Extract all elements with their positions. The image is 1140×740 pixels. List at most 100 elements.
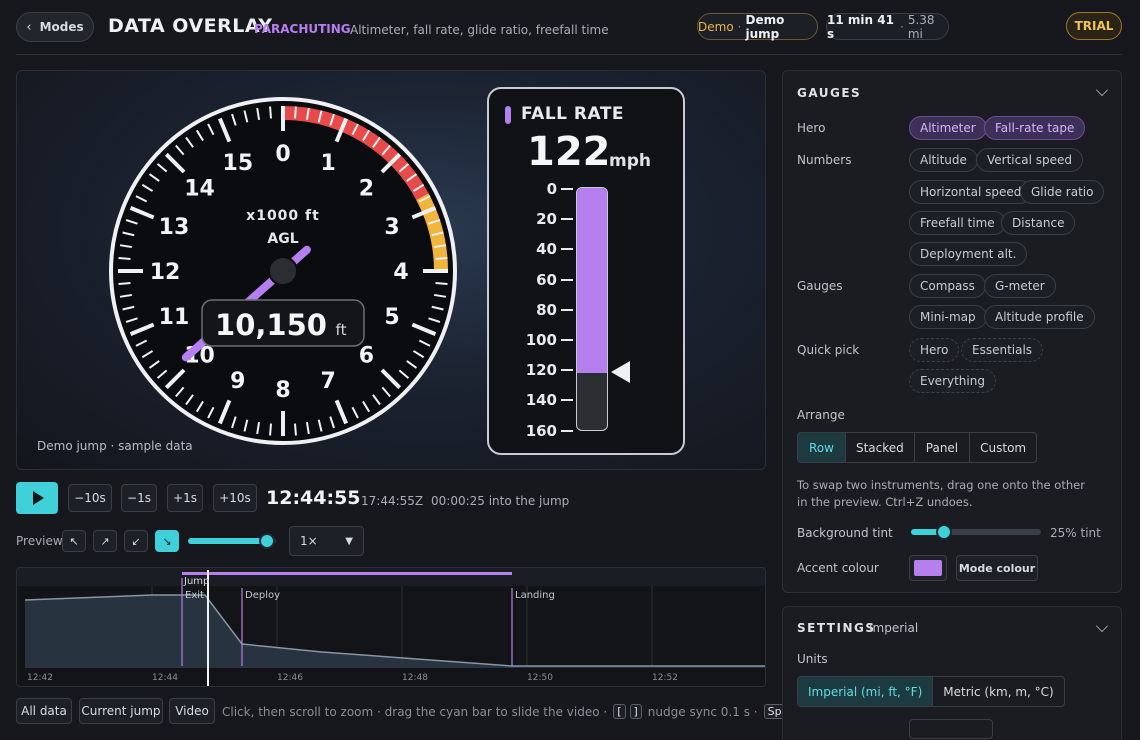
dial-tick [294,423,297,436]
tint-knob[interactable] [935,524,952,540]
preview-size-slider[interactable] [188,533,276,549]
source-name: Demo jump [745,12,785,41]
arrange-panel-button[interactable]: Panel [915,433,971,462]
chip-quick-hero[interactable]: Hero [909,338,960,362]
numbers-label: Numbers [797,153,852,167]
hint-text-1: Click, then scroll to zoom · drag the cy… [222,704,608,719]
corner-bottom-right-button[interactable]: ↘ [155,530,179,552]
tape-scale-tick [561,399,573,402]
tape-scale-tick [561,248,573,251]
current-jump-button[interactable]: Current jump [79,698,163,724]
dial-number: 9 [230,369,245,394]
dial-number: 14 [184,177,215,202]
dial-number: 12 [150,260,181,285]
chip-altitude[interactable]: Altitude [909,148,978,172]
slider-knob[interactable] [259,533,276,549]
back-button[interactable]: ‹ Modes [16,12,94,42]
fallrate-tape[interactable]: FALL RATE 122 mph 0 20 40 60 80 100 120 140 160 [487,87,685,455]
fwd-10s-button[interactable]: +10s [213,484,257,512]
hint-text-2: nudge sync 0.1 s · [647,704,758,719]
units-metric-button[interactable]: Metric (km, m, °C) [933,677,1063,706]
trial-label: TRIAL [1074,19,1114,33]
needle-hub [268,256,298,286]
chip-distance[interactable]: Distance [1001,211,1076,235]
corner-top-right-button[interactable]: ↗ [93,530,117,552]
speed-value: 1× [300,534,318,548]
tint-slider[interactable] [911,524,1041,540]
distance: 5.38 mi [907,12,935,41]
chip-g-meter[interactable]: G-meter [984,274,1056,298]
landing-marker-label: Landing [515,590,555,601]
arrange-stacked-button[interactable]: Stacked [846,433,915,462]
dial-tick [118,282,131,285]
chip-mini-map[interactable]: Mini-map [909,305,987,329]
timeline-chart[interactable]: Jump Exit Deploy Landing 12:42 12:44 12:… [17,568,766,687]
timeline[interactable]: Jump Exit Deploy Landing 12:42 12:44 12:… [16,567,766,687]
slider-fill [188,538,268,544]
chip-deployment-alt[interactable]: Deployment alt. [909,242,1028,266]
dial-number: 6 [359,343,374,368]
chip-freefall-time[interactable]: Freefall time [909,211,1006,235]
dial-number: 13 [159,215,190,240]
chip-quick-essentials[interactable]: Essentials [961,338,1044,362]
chip-horizontal-speed[interactable]: Horizontal speed [909,180,1033,204]
dial-number: 5 [384,305,399,330]
chip-glide-ratio[interactable]: Glide ratio [1020,180,1105,204]
play-button[interactable] [16,482,58,514]
chip-quick-everything[interactable]: Everything [909,369,996,393]
preview-panel[interactable]: 0 1 2 3 4 5 6 7 8 9 10 11 12 13 14 15 x1000 ft AGL 10,1… [16,70,766,470]
fallrate-value: 122 [527,129,611,175]
mode-description: Altimeter, fall rate, glide ratio, freef… [350,23,609,37]
fallrate-title: FALL RATE [521,104,625,124]
tape-scale-tick [561,308,573,311]
tape-track [576,187,608,431]
mode-colour-button[interactable]: Mode colour [956,555,1038,581]
settings-next-control[interactable] [909,719,993,739]
back-1s-button[interactable]: −1s [121,484,157,512]
units-label: Units [797,652,828,666]
dial-number: 0 [275,142,290,167]
units-imperial-button[interactable]: Imperial (mi, ft, °F) [798,677,934,706]
gauges-panel: GAUGES Hero Altimeter Fall-rate tape Num… [782,70,1122,593]
jump-range-bar[interactable] [182,572,512,575]
speed-select[interactable]: 1× ▼ [289,526,364,556]
chevron-down-icon: ▼ [345,535,353,547]
video-button[interactable]: Video [169,698,215,724]
trial-badge[interactable]: TRIAL [1066,12,1122,40]
chip-vertical-speed[interactable]: Vertical speed [976,148,1083,172]
chip-altitude-profile[interactable]: Altitude profile [984,305,1095,329]
tape-scale-tick [561,369,573,372]
arrange-row-button[interactable]: Row [798,433,846,462]
settings-panel: SETTINGS Imperial Units Imperial (mi, ft… [782,606,1122,740]
fallrate-accent-bar [505,106,511,124]
tape-scale-label: 20 [536,210,557,229]
fwd-1s-button[interactable]: +1s [167,484,203,512]
source-prefix: Demo [698,19,734,34]
collapse-chevron-icon[interactable] [1096,620,1108,632]
preview-caption: Demo jump · sample data [37,439,193,453]
accent-colour-fill [914,560,942,576]
altimeter-unit-line1: x1000 ft [246,208,320,224]
altimeter-gauge[interactable]: 0 123456789101112131415 x1000 ft AGL 10,1… [103,83,463,463]
tick-label: 12:52 [652,673,678,683]
preview-position-label: Preview [16,534,63,548]
accent-colour-swatch[interactable] [909,555,947,581]
arrange-custom-button[interactable]: Custom [970,433,1036,462]
dial-tick [435,257,448,260]
back-label: Modes [39,20,84,34]
collapse-chevron-icon[interactable] [1096,84,1108,96]
page-title: DATA OVERLAY [108,15,273,37]
all-data-button[interactable]: All data [16,698,72,724]
tape-pointer-icon [611,360,630,383]
chip-fall-rate-tape[interactable]: Fall-rate tape [984,116,1086,140]
key-open-bracket: [ [613,704,626,719]
back-10s-button[interactable]: −10s [68,484,112,512]
corner-bottom-left-button[interactable]: ↙ [124,530,148,552]
tick-label: 12:44 [152,673,178,683]
source-pill[interactable]: Demo · Demo jump [697,12,818,41]
chip-compass[interactable]: Compass [909,274,986,298]
chevron-left-icon: ‹ [26,19,32,35]
chip-altimeter[interactable]: Altimeter [909,116,987,140]
dial-number: 8 [275,378,290,403]
corner-top-left-button[interactable]: ↖ [62,530,86,552]
